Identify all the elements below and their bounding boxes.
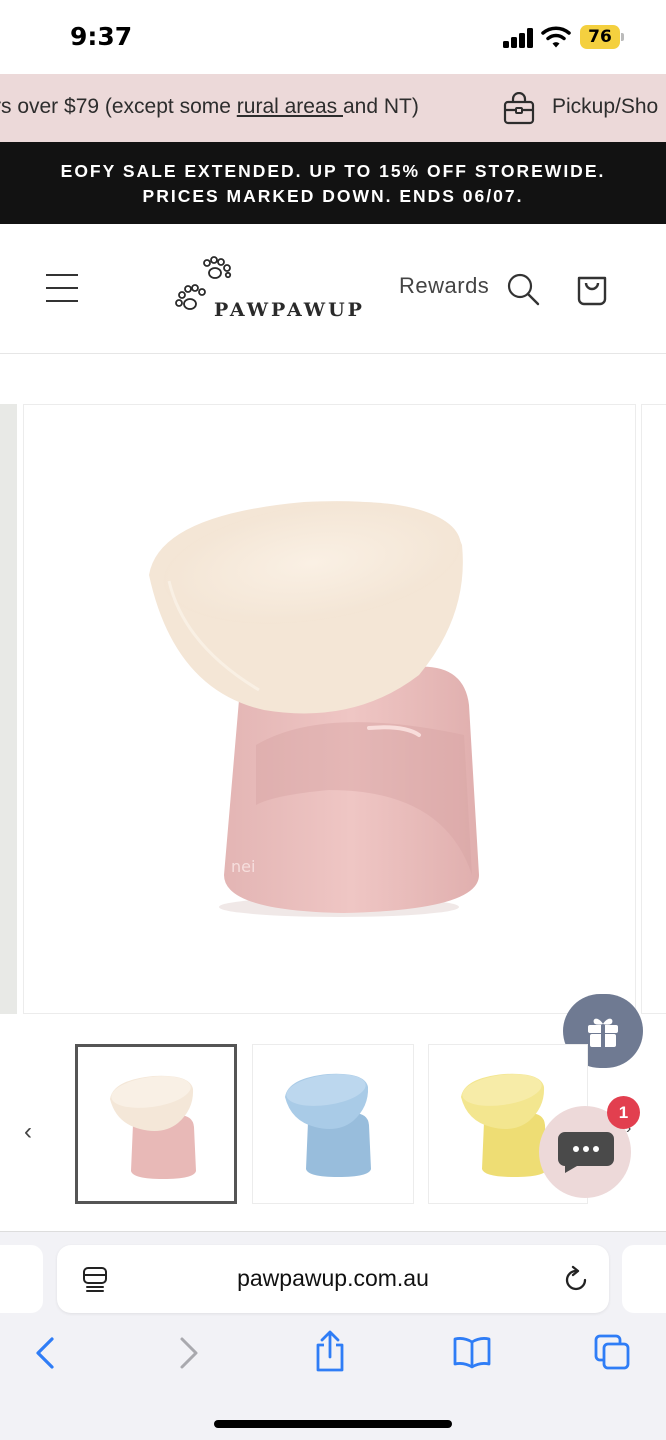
browser-toolbar: pawpawup.com.au (0, 1231, 666, 1440)
status-time: 9:37 (70, 22, 133, 51)
thumb-bowl-image (110, 1075, 196, 1179)
shopping-bag-icon (503, 92, 535, 125)
wifi-icon (541, 26, 571, 48)
next-tab-peek[interactable] (622, 1245, 666, 1313)
logo-wordmark: PAWPAWUP (214, 299, 365, 321)
thumbnail-blue[interactable] (252, 1044, 414, 1204)
signal-icon (503, 28, 535, 48)
promo-line-2: PRICES MARKED DOWN. ENDS 06/07. (142, 186, 524, 206)
battery-level: 76 (580, 25, 620, 49)
site-header: PAWPAWUP Rewards (0, 224, 666, 354)
bowl-mark: nei (231, 857, 255, 876)
address-bar[interactable]: pawpawup.com.au (57, 1245, 609, 1313)
rural-areas-link[interactable]: rural areas (237, 95, 343, 118)
chat-bubble-icon (558, 1132, 614, 1173)
promo-line-1: EOFY SALE EXTENDED. UP TO 15% OFF STOREW… (60, 161, 606, 181)
gift-icon (588, 1018, 618, 1047)
battery-icon: 76 (580, 25, 624, 49)
promo-banner: EOFY SALE EXTENDED. UP TO 15% OFF STOREW… (0, 142, 666, 224)
pickup-link[interactable]: Pickup/Sho (552, 95, 658, 119)
chat-notification-badge: 1 (607, 1096, 640, 1129)
shipping-text: rs over $79 (except some rural areas and… (0, 95, 419, 118)
forward-icon[interactable] (174, 1333, 204, 1373)
thumbnail-prev-arrow[interactable]: ‹ (24, 1118, 46, 1146)
home-indicator (214, 1420, 452, 1428)
next-image-peek[interactable] (641, 404, 666, 1014)
tabs-icon[interactable] (593, 1333, 631, 1371)
cart-icon[interactable] (574, 271, 610, 307)
menu-icon[interactable] (46, 274, 78, 302)
url-text: pawpawup.com.au (237, 1265, 429, 1291)
previous-image-peek[interactable] (0, 404, 17, 1014)
search-icon[interactable] (506, 272, 540, 306)
status-bar: 9:37 76 (0, 0, 666, 74)
previous-tab-peek[interactable] (0, 1245, 43, 1313)
bookmarks-icon[interactable] (452, 1335, 492, 1369)
rewards-link[interactable]: Rewards (399, 273, 489, 299)
shipping-announcement-bar: rs over $79 (except some rural areas and… (0, 74, 666, 142)
product-main-image[interactable]: nei (23, 404, 636, 1014)
thumbnail-pink[interactable] (75, 1044, 237, 1204)
thumb-bowl-image (285, 1073, 371, 1177)
reload-icon[interactable] (563, 1265, 589, 1293)
share-icon[interactable] (313, 1329, 347, 1373)
site-logo[interactable]: PAWPAWUP (172, 254, 372, 324)
bowl-image: nei (149, 501, 479, 917)
back-icon[interactable] (30, 1333, 60, 1373)
